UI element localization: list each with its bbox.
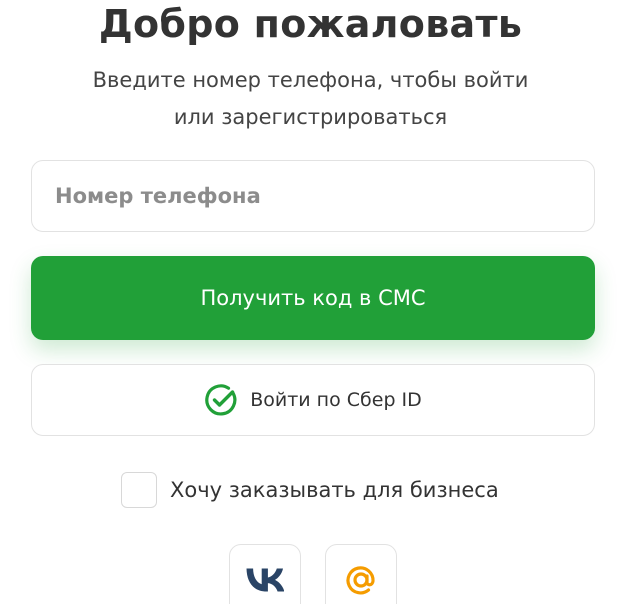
mail-login-button[interactable] [325, 544, 397, 604]
subtitle-line-2: или зарегистрироваться [173, 105, 448, 129]
page-subtitle: Введите номер телефона, чтобы войти или … [0, 62, 621, 136]
sber-id-login-button[interactable]: Войти по Сбер ID [31, 364, 595, 436]
vk-login-button[interactable] [229, 544, 301, 604]
sber-id-login-label: Войти по Сбер ID [250, 389, 422, 411]
sber-check-icon [205, 384, 237, 416]
get-sms-code-button[interactable]: Получить код в СМС [31, 256, 595, 340]
get-sms-code-label: Получить код в СМС [200, 286, 426, 310]
page-title: Добро пожаловать [98, 2, 523, 46]
business-option[interactable]: Хочу заказывать для бизнеса [121, 472, 499, 508]
login-page: Добро пожаловать Введите номер телефона,… [0, 0, 621, 604]
mail-at-icon [346, 566, 375, 595]
business-checkbox-label[interactable]: Хочу заказывать для бизнеса [170, 478, 499, 502]
business-checkbox[interactable] [121, 472, 157, 508]
subtitle-line-1: Введите номер телефона, чтобы войти [92, 68, 529, 92]
vk-icon [246, 568, 284, 592]
phone-input[interactable] [31, 160, 595, 232]
